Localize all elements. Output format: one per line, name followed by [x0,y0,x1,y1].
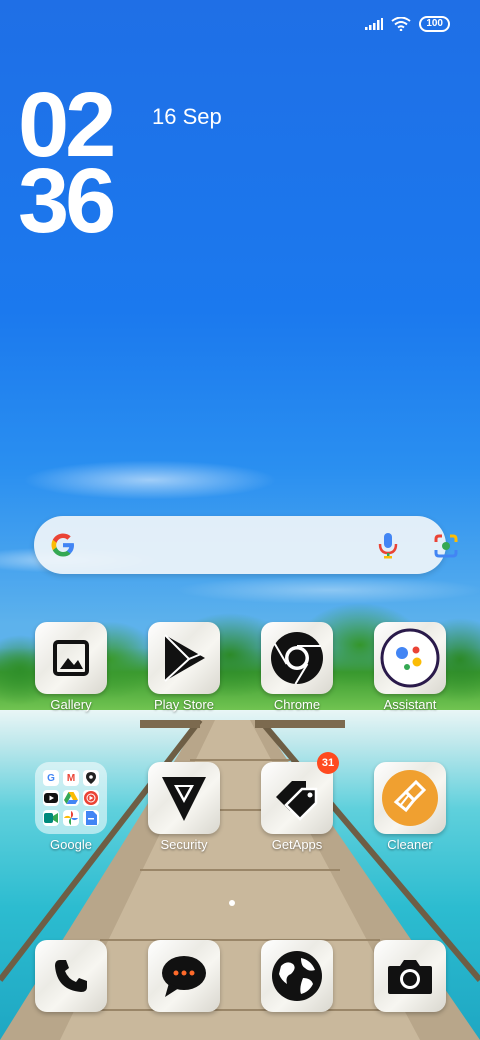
app-label: Assistant [383,697,437,712]
assistant-icon [374,622,446,694]
app-label: Chrome [273,697,321,712]
dock-camera[interactable] [365,940,455,1012]
lens-icon[interactable] [432,533,460,559]
folder-label: Google [50,837,92,852]
youtube-mini-icon [43,790,59,806]
wifi-icon [391,17,411,31]
camera-icon [374,940,446,1012]
cleaner-icon [374,762,446,834]
date-label[interactable]: 16 Sep [152,104,222,130]
notification-badge: 31 [317,752,339,774]
folder-google[interactable]: G M Google [26,762,116,852]
battery-indicator: 100 [419,16,450,32]
mic-icon[interactable] [378,532,398,560]
google-mini-icon: G [43,770,59,786]
google-search-bar[interactable] [34,516,458,574]
app-security[interactable]: Security [139,762,229,852]
play-store-icon [148,622,220,694]
gallery-icon [35,622,107,694]
status-bar: 100 [365,16,450,32]
gmail-mini-icon: M [63,770,79,786]
app-label: GetApps [271,837,323,852]
youtube-music-mini-icon [83,790,99,806]
getapps-icon: 31 [261,752,339,834]
phone-icon [35,940,107,1012]
clock-minutes: 36 [18,150,116,252]
messages-icon [148,940,220,1012]
app-assistant[interactable]: Assistant [365,622,455,712]
browser-globe-icon [261,940,333,1012]
clock-widget[interactable]: 02 36 [18,79,116,252]
photos-mini-icon [63,810,79,826]
page-indicator[interactable] [229,900,235,906]
app-label: Gallery [50,697,92,712]
google-g-icon [51,533,74,557]
dock-messages[interactable] [139,940,229,1012]
app-chrome[interactable]: Chrome [252,622,342,712]
app-label: Play Store [154,697,214,712]
maps-mini-icon [83,770,99,786]
dock-phone[interactable] [26,940,116,1012]
app-label: Security [160,837,208,852]
app-label: Cleaner [387,837,433,852]
security-icon [148,762,220,834]
app-play-store[interactable]: Play Store [139,622,229,712]
app-gallery[interactable]: Gallery [26,622,116,712]
folder-icon: G M [35,762,107,834]
app-getapps[interactable]: 31 GetApps [252,752,342,852]
dock-browser[interactable] [252,940,342,1012]
files-mini-icon [83,810,99,826]
app-cleaner[interactable]: Cleaner [365,762,455,852]
chrome-icon [261,622,333,694]
signal-icon [365,18,384,30]
meet-mini-icon [43,810,59,826]
drive-mini-icon [63,790,79,806]
